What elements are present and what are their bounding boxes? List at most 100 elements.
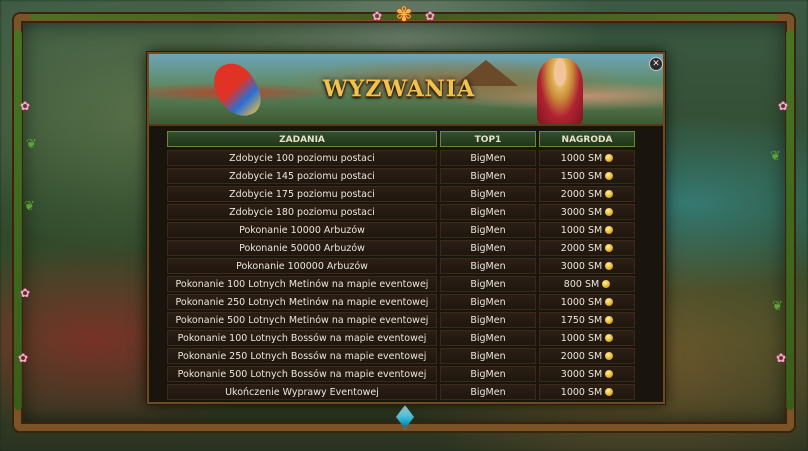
sm-coin-icon [605,208,614,216]
task-cell: Pokonanie 50000 Arbuzów [167,240,437,256]
top1-cell: BigMen [440,384,536,400]
table-row: Zdobycie 180 poziomu postaci BigMen 3000 S… [149,204,663,221]
reward-cell: 1000 SM [539,294,635,310]
task-cell: Pokonanie 100000 Arbuzów [167,258,437,274]
top1-cell: BigMen [440,312,536,328]
sm-coin-icon [605,352,614,360]
reward-amount: 1000 SM [560,333,603,344]
sm-coin-icon [605,334,614,342]
top1-cell: BigMen [440,294,536,310]
flower-icon: ✿ [776,351,787,365]
vine-decoration-right [786,30,794,410]
task-cell: Pokonanie 250 Lotnych Bossów na mapie ev… [167,348,437,364]
top1-cell: BigMen [440,222,536,238]
sm-coin-icon [602,280,611,288]
reward-cell: 1000 SM [539,384,635,400]
sm-coin-icon [605,226,614,234]
sm-coin-icon [605,172,614,180]
sm-coin-icon [605,298,614,306]
table-row: Pokonanie 100000 Arbuzów BigMen 3000 SM [149,258,663,275]
sm-coin-icon [605,370,614,378]
close-icon: ✕ [652,59,660,69]
table-row: Pokonanie 250 Lotnych Bossów na mapie ev… [149,348,663,365]
lotus-ornament-icon: ✾ [395,2,413,26]
character-illustration [537,58,583,124]
table-row: Ukończenie Wyprawy Eventowej BigMen 1000 S… [149,384,663,401]
reward-amount: 1000 SM [560,153,603,164]
task-cell: Zdobycie 145 poziomu postaci [167,168,437,184]
column-header-task: ZADANIA [167,131,437,147]
close-button[interactable]: ✕ [649,57,663,71]
table-row: Pokonanie 50000 Arbuzów BigMen 2000 SM [149,240,663,257]
sm-coin-icon [605,262,614,270]
reward-amount: 1000 SM [560,225,603,236]
flower-icon: ✿ [18,351,29,365]
task-cell: Pokonanie 100 Lotnych Metinów na mapie e… [167,276,437,292]
reward-cell: 3000 SM [539,366,635,382]
reward-amount: 1000 SM [560,387,603,398]
window-title: WYZWANIA [322,76,476,102]
flower-icon: ✿ [20,99,31,113]
leaf-icon: ❦ [770,149,781,164]
table-row: Zdobycie 175 poziomu postaci BigMen 2000 S… [149,186,663,203]
challenges-window: WYZWANIA ✕ ZADANIA TOP1 NAGRODA Zdobycie… [147,52,665,404]
task-cell: Pokonanie 10000 Arbuzów [167,222,437,238]
reward-amount: 2000 SM [560,243,603,254]
column-header-reward: NAGRODA [539,131,635,147]
reward-cell: 1750 SM [539,312,635,328]
reward-cell: 1500 SM [539,168,635,184]
table-row: Pokonanie 100 Lotnych Bossów na mapie ev… [149,330,663,347]
task-cell: Pokonanie 500 Lotnych Bossów na mapie ev… [167,366,437,382]
top1-cell: BigMen [440,366,536,382]
table-row: Pokonanie 250 Lotnych Metinów na mapie e… [149,294,663,311]
flower-icon: ✿ [778,99,789,113]
task-cell: Pokonanie 250 Lotnych Metinów na mapie e… [167,294,437,310]
task-cell: Pokonanie 500 Lotnych Metinów na mapie e… [167,312,437,328]
table-row: Zdobycie 145 poziomu postaci BigMen 1500 S… [149,168,663,185]
top1-cell: BigMen [440,258,536,274]
reward-cell: 800 SM [539,276,635,292]
header-banner: WYZWANIA ✕ [149,54,663,126]
reward-amount: 3000 SM [560,261,603,272]
reward-amount: 3000 SM [560,207,603,218]
task-cell: Pokonanie 100 Lotnych Bossów na mapie ev… [167,330,437,346]
leaf-icon: ❦ [24,199,35,214]
task-cell: Ukończenie Wyprawy Eventowej [167,384,437,400]
sm-coin-icon [605,244,614,252]
reward-cell: 2000 SM [539,348,635,364]
reward-cell: 3000 SM [539,258,635,274]
task-cell: Zdobycie 175 poziomu postaci [167,186,437,202]
column-header-top1: TOP1 [440,131,536,147]
top1-cell: BigMen [440,204,536,220]
top1-cell: BigMen [440,150,536,166]
reward-cell: 1000 SM [539,150,635,166]
reward-cell: 2000 SM [539,186,635,202]
parrot-illustration [207,56,267,124]
top1-cell: BigMen [440,186,536,202]
task-cell: Zdobycie 180 poziomu postaci [167,204,437,220]
reward-cell: 1000 SM [539,330,635,346]
table-row: Pokonanie 10000 Arbuzów BigMen 1000 SM [149,222,663,239]
reward-amount: 1500 SM [560,171,603,182]
reward-cell: 3000 SM [539,204,635,220]
leaf-icon: ❦ [26,137,37,152]
sm-coin-icon [605,154,614,162]
task-cell: Zdobycie 100 poziomu postaci [167,150,437,166]
table-row: Pokonanie 100 Lotnych Metinów na mapie e… [149,276,663,293]
table-row: Zdobycie 100 poziomu postaci BigMen 1000 S… [149,150,663,167]
top1-cell: BigMen [440,168,536,184]
table-row: Pokonanie 500 Lotnych Metinów na mapie e… [149,312,663,329]
top1-cell: BigMen [440,330,536,346]
flower-icon: ✿ [20,286,31,300]
reward-amount: 800 SM [563,279,600,290]
top1-cell: BigMen [440,240,536,256]
reward-amount: 2000 SM [560,189,603,200]
reward-amount: 1000 SM [560,297,603,308]
top1-cell: BigMen [440,276,536,292]
table-row: Pokonanie 500 Lotnych Bossów na mapie ev… [149,366,663,383]
sm-coin-icon [605,316,614,324]
reward-amount: 1750 SM [560,315,603,326]
reward-amount: 2000 SM [560,351,603,362]
sm-coin-icon [605,388,614,396]
leaf-icon: ❦ [772,299,783,314]
